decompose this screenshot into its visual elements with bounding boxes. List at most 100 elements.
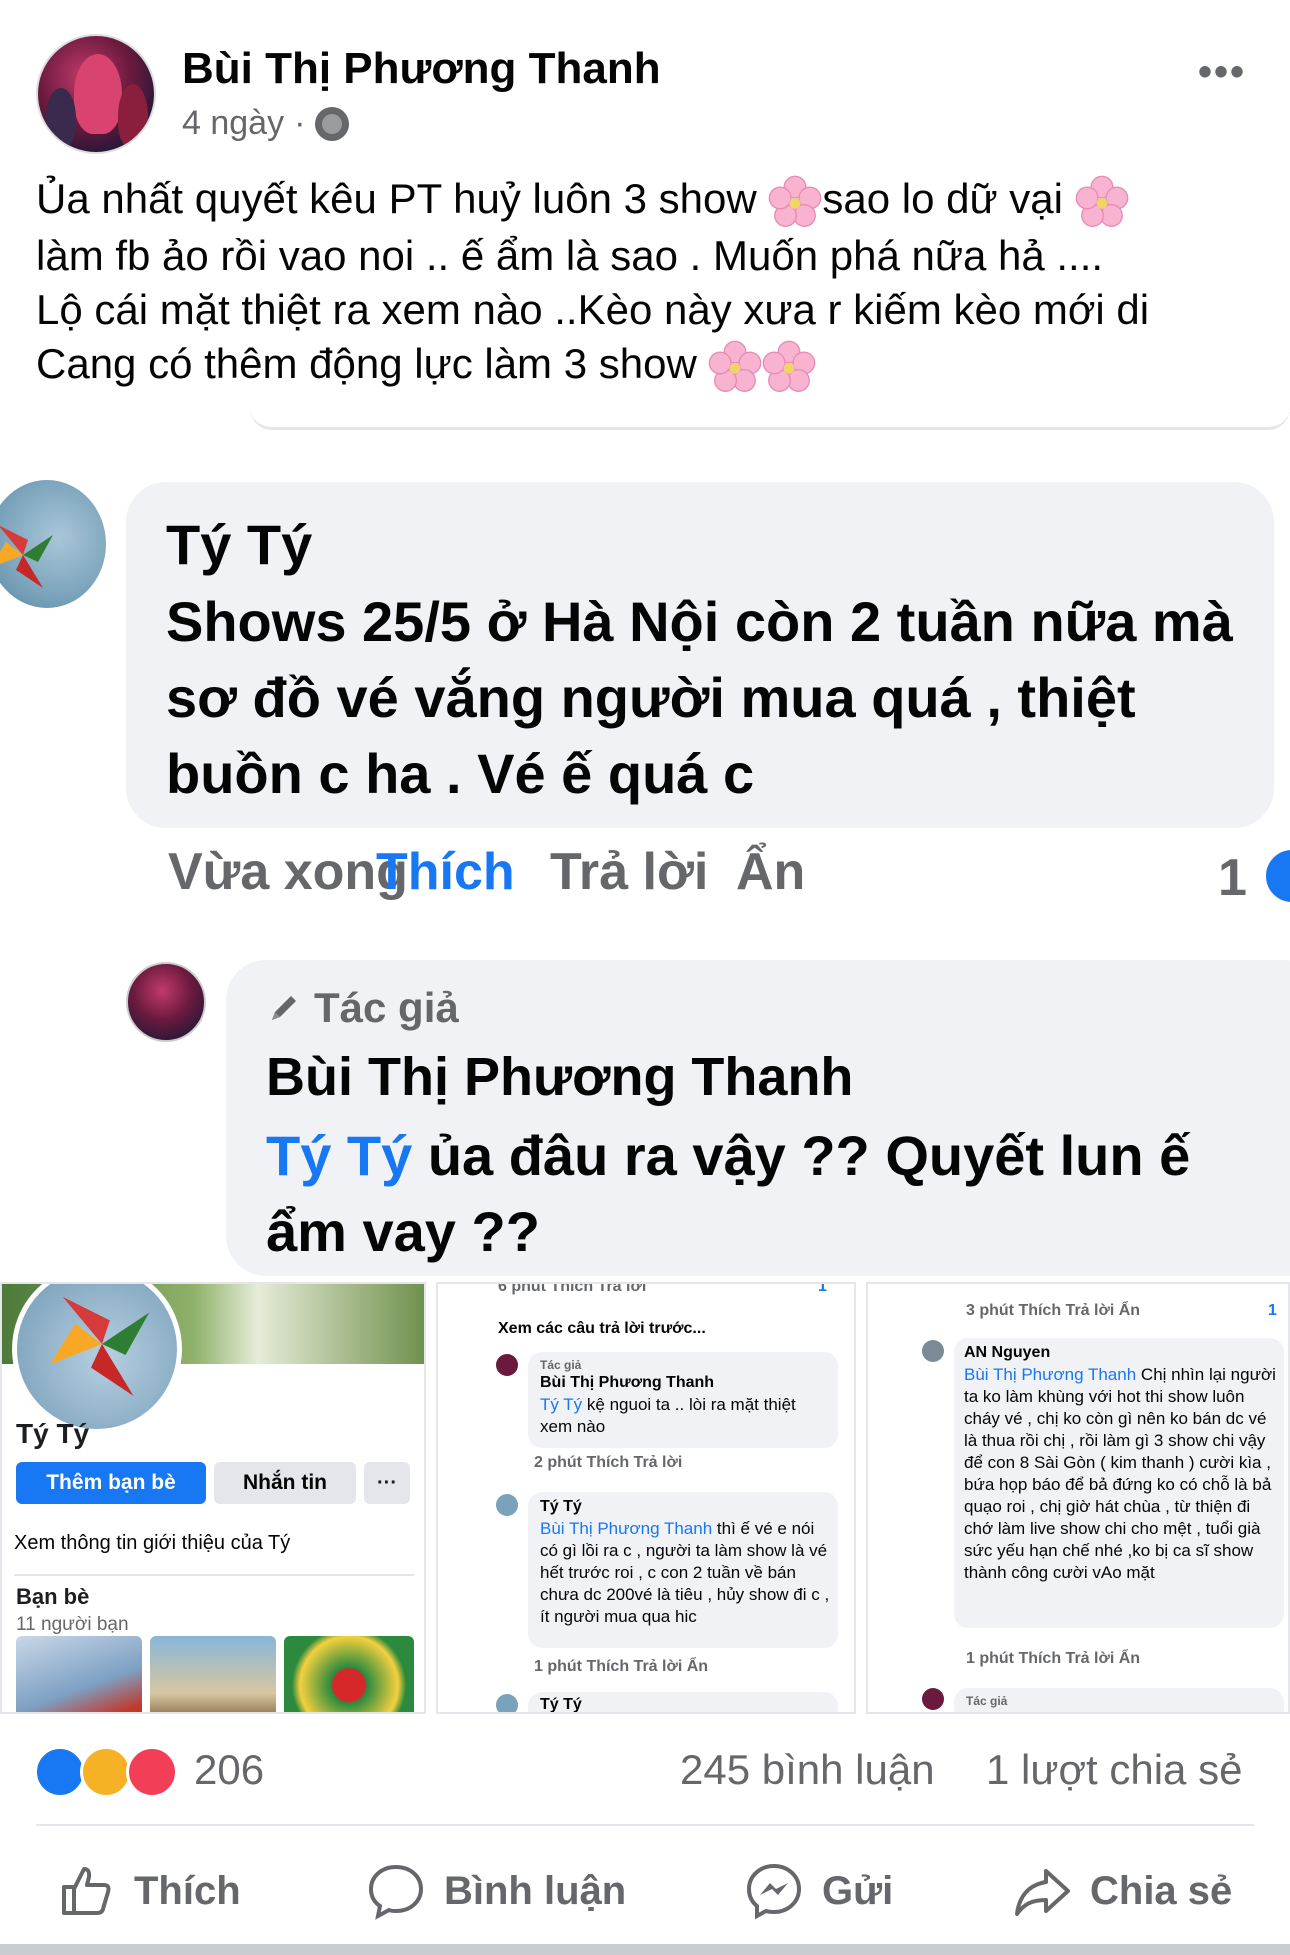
comment-bubble-icon xyxy=(368,1864,424,1920)
intro-link: Xem thông tin giới thiệu của Tý xyxy=(14,1532,291,1554)
author-tag: Tác giả xyxy=(266,984,459,1032)
comment-hide-button[interactable]: Ẩn xyxy=(736,842,805,902)
reply-count: 1 xyxy=(1268,1302,1277,1319)
comment-label: Bình luận xyxy=(444,1868,627,1913)
cherry-blossom-icon xyxy=(1075,175,1128,227)
reply-count: 1 xyxy=(818,1282,827,1295)
thumbs-up-icon xyxy=(62,1867,111,1915)
haha-reaction-icon xyxy=(80,1746,132,1798)
send-label: Gửi xyxy=(822,1868,894,1913)
post-line-3: làm fb ảo rồi vao noi .. ế ẩm là sao . M… xyxy=(36,231,1104,279)
messenger-icon xyxy=(746,1863,802,1920)
like-label: Thích xyxy=(134,1868,241,1913)
share-label: Chia sẻ xyxy=(1090,1868,1233,1913)
cherry-blossom-icon xyxy=(709,340,762,392)
bottom-edge xyxy=(0,1944,1290,1955)
reply-author: Tý Tý xyxy=(540,1696,582,1713)
post-line-5: Cang có thêm động lực làm 3 show xyxy=(36,339,697,387)
post-header: Bùi Thị Phương Thanh 4 ngày · ••• Ủa nhấ… xyxy=(0,0,1290,420)
post-line-4: Lộ cái mặt thiệt ra xem nào ..Kèo này xư… xyxy=(36,285,1150,333)
like-reaction-icon xyxy=(34,1746,86,1798)
reply-text: Bùi Thị Phương Thanh thì ế vé e nói có g… xyxy=(540,1518,832,1628)
pencil-icon xyxy=(272,996,296,1020)
commenter-avatar[interactable] xyxy=(0,480,106,608)
pinwheel-icon xyxy=(0,526,53,588)
reply-meta: 2 phút Thích Trả lời xyxy=(534,1454,683,1471)
commenter-name[interactable]: Tý Tý xyxy=(166,512,312,577)
send-button[interactable]: Gửi xyxy=(744,1856,893,1926)
comment-reply-button[interactable]: Trả lời xyxy=(550,842,708,902)
comment-text: Shows 25/5 ở Hà Nội còn 2 tuần nữa mà sơ… xyxy=(166,590,1233,805)
mention-link: Bùi Thị Phương Thanh xyxy=(540,1519,713,1538)
message-button: Nhắn tin xyxy=(214,1462,356,1504)
reply-author-name[interactable]: Bùi Thị Phương Thanh xyxy=(266,1046,853,1108)
author-tag-label: Tác giả xyxy=(314,984,459,1031)
avatar xyxy=(496,1354,518,1376)
cherry-blossom-icon xyxy=(769,175,822,227)
share-count[interactable]: 1 lượt chia sẻ xyxy=(986,1746,1242,1794)
author-reply-avatar[interactable] xyxy=(126,962,206,1042)
reaction-total[interactable]: 206 xyxy=(194,1746,264,1794)
reply-author: Tý Tý xyxy=(540,1498,582,1515)
author-tag: Tác giả xyxy=(540,1358,582,1372)
share-button[interactable]: Chia sẻ xyxy=(1012,1856,1232,1926)
reply-text-body: Chị nhìn lại người ta ko làm khùng với h… xyxy=(964,1365,1276,1582)
share-arrow-icon xyxy=(1015,1869,1070,1916)
profile-name: Tý Tý xyxy=(16,1418,90,1449)
avatar xyxy=(922,1340,944,1362)
profile-more-button: ··· xyxy=(364,1462,410,1504)
author-avatar[interactable] xyxy=(36,34,156,154)
reply-bubble: AN Nguyen Bùi Thị Phương Thanh Chị nhìn … xyxy=(954,1338,1284,1628)
post-line-2: sao lo dữ vại xyxy=(822,175,1063,222)
reply-text: Bùi Thị Phương Thanh Chị nhìn lại người … xyxy=(964,1364,1276,1584)
mention-link: Bùi Thị Phương Thanh xyxy=(964,1365,1137,1384)
comment-reaction-count[interactable]: 1 xyxy=(1218,848,1247,908)
like-icon xyxy=(1262,846,1290,906)
add-friend-label: Thêm bạn bè xyxy=(46,1471,176,1494)
reply-meta: 1 phút Thích Trả lời Ẩn xyxy=(534,1658,709,1675)
comment-count[interactable]: 245 bình luận xyxy=(680,1746,935,1794)
avatar xyxy=(496,1494,518,1516)
cherry-blossom-icon xyxy=(763,340,816,392)
mention-link[interactable]: Tý Tý xyxy=(266,1124,412,1187)
comment-time: Vừa xong xyxy=(168,843,408,901)
profile-avatar xyxy=(12,1284,182,1434)
divider xyxy=(36,1824,1254,1826)
friends-label: Bạn bè xyxy=(16,1584,90,1609)
friends-count: 11 người bạn xyxy=(16,1614,129,1635)
reply-bubble: Tý Tý xyxy=(528,1692,838,1713)
pinwheel-icon xyxy=(50,1296,150,1396)
reply-meta: 1 phút Thích Trả lời Ẩn xyxy=(966,1650,1141,1667)
author-name[interactable]: Bùi Thị Phương Thanh xyxy=(182,44,661,94)
profile-panel: Tý Tý Thêm bạn bè Nhắn tin ··· Xem thông… xyxy=(0,1282,426,1714)
meta-dot: · xyxy=(294,104,306,142)
replies-panel: 6 phút Thích Trả lời 1 Xem các câu trả l… xyxy=(436,1282,856,1714)
post-time[interactable]: 4 ngày xyxy=(182,104,284,143)
friend-thumbnail xyxy=(150,1636,276,1712)
reply-meta: 6 phút Thích Trả lời xyxy=(498,1282,647,1295)
post-line-1: Ủa nhất quyết kêu PT huỷ luôn 3 show xyxy=(36,175,757,222)
add-friend-button: Thêm bạn bè xyxy=(16,1462,206,1504)
reply-text: Tý Tý ủa đâu ra vậy ?? Quyết lun ế ẩm va… xyxy=(266,1118,1276,1270)
section-divider xyxy=(250,408,1290,430)
avatar xyxy=(922,1688,944,1710)
replies-panel: 3 phút Thích Trả lời Ẩn 1 AN Nguyen Bùi … xyxy=(866,1282,1290,1714)
reply-bubble: Tác giả xyxy=(954,1688,1284,1712)
message-label: Nhắn tin xyxy=(243,1471,327,1494)
divider xyxy=(14,1574,414,1576)
reply-author: AN Nguyen xyxy=(964,1344,1051,1361)
reply-bubble: Tác giả Bùi Thị Phương Thanh Tý Tý kệ ng… xyxy=(528,1352,838,1448)
reply-text: Tý Tý kệ nguoi ta .. lòi ra mặt thiệt xe… xyxy=(540,1394,830,1438)
reply-meta: 3 phút Thích Trả lời Ẩn xyxy=(966,1302,1141,1319)
comment-button[interactable]: Bình luận xyxy=(366,1856,626,1926)
more-options-icon[interactable]: ••• xyxy=(1198,50,1246,95)
like-button[interactable]: Thích xyxy=(56,1856,241,1926)
friend-thumbnail xyxy=(284,1636,414,1712)
reply-author: Bùi Thị Phương Thanh xyxy=(540,1374,715,1391)
screenshot-collage: Tý Tý Thêm bạn bè Nhắn tin ··· Xem thông… xyxy=(0,1282,1290,1714)
see-previous-replies: Xem các câu trả lời trước... xyxy=(498,1320,706,1337)
author-tag: Tác giả xyxy=(966,1694,1008,1708)
post-action-bar: Thích Bình luận Gửi Chia sẻ xyxy=(0,1836,1290,1946)
comment-like-button[interactable]: Thích xyxy=(376,842,515,902)
reaction-icons[interactable] xyxy=(34,1746,182,1802)
